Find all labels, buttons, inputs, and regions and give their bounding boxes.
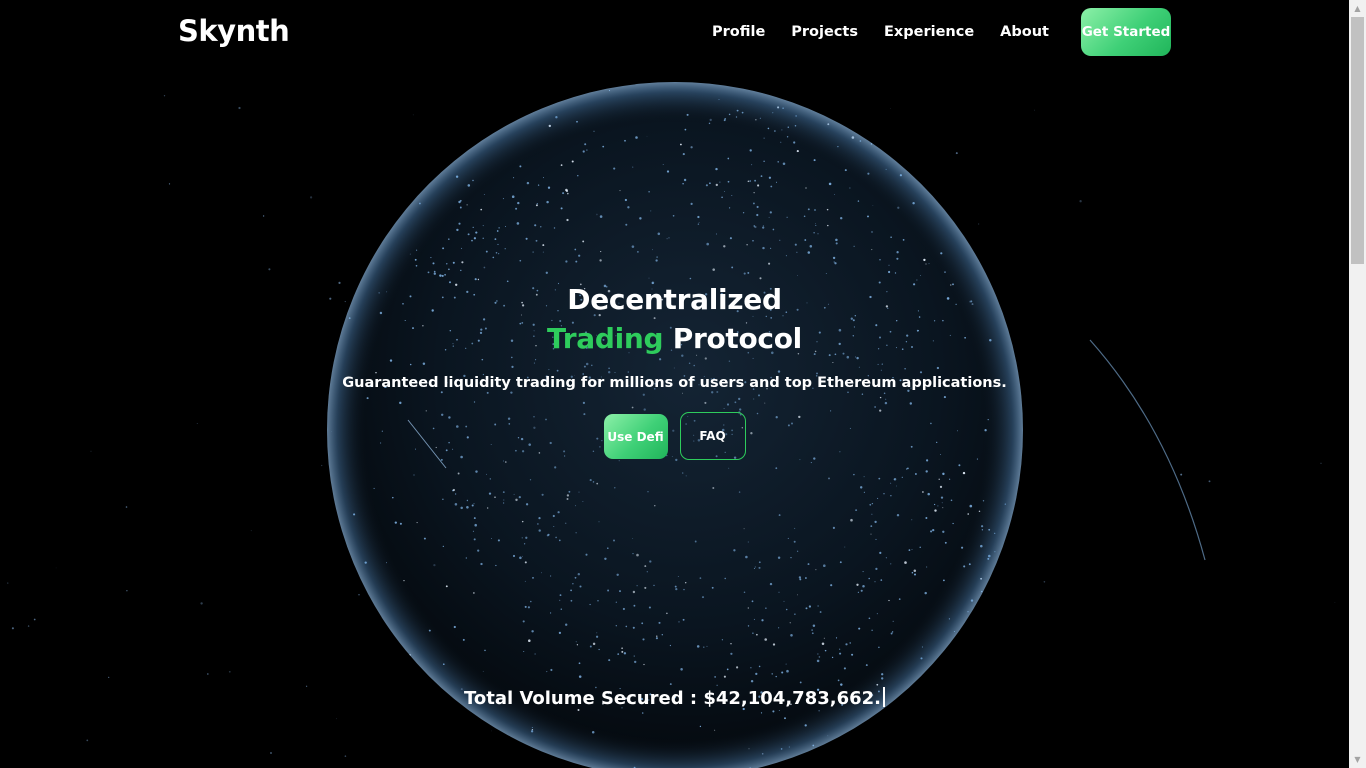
hero-title-rest: Protocol [672,322,803,355]
hero-title-line1: Decentralized [567,283,782,316]
nav-link-projects[interactable]: Projects [791,24,858,40]
typing-caret [883,687,885,707]
use-defi-button[interactable]: Use Defi [603,414,668,459]
hero-subtitle: Guaranteed liquidity trading for million… [342,375,1007,391]
triangle-up-icon[interactable]: ▲ [1349,0,1366,17]
navbar: Skynth Profile Projects Experience About… [0,0,1349,66]
nav-link-about[interactable]: About [1000,24,1049,40]
brand-logo[interactable]: Skynth [178,14,290,48]
hero-title: Decentralized Trading Protocol [0,280,1349,358]
page: Skynth Profile Projects Experience About… [0,0,1349,768]
hero-buttons: Use Defi FAQ [0,412,1349,460]
get-started-button[interactable]: Get Started [1081,8,1171,56]
hero-title-accent: Trading [547,322,664,355]
volume-value: $42,104,783,662. [703,688,881,709]
scrollbar-thumb[interactable] [1351,17,1364,264]
volume-label: Total Volume Secured : [464,688,698,709]
nav-link-experience[interactable]: Experience [884,24,974,40]
total-volume: Total Volume Secured : $42,104,783,662. [0,687,1349,709]
triangle-down-icon[interactable]: ▼ [1349,751,1366,768]
vertical-scrollbar[interactable]: ▲ ▼ [1349,0,1366,768]
nav-link-profile[interactable]: Profile [712,24,765,40]
nav-links: Profile Projects Experience About [712,24,1049,40]
hero-section: Decentralized Trading Protocol Guarantee… [0,280,1349,460]
faq-button[interactable]: FAQ [679,412,746,460]
